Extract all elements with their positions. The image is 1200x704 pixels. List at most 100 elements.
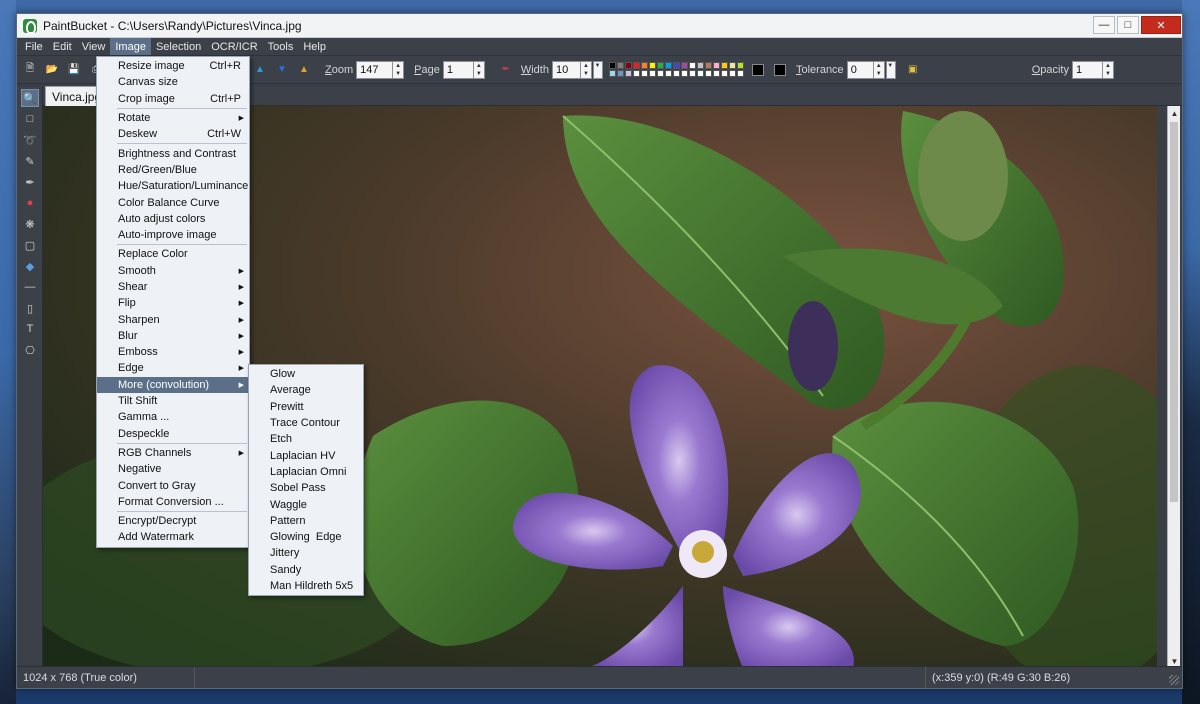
image-menu-item[interactable]: Negative	[97, 461, 249, 477]
lasso-icon[interactable]: ➰	[21, 131, 39, 149]
palette-swatch[interactable]	[680, 70, 688, 77]
menu-tools[interactable]: Tools	[263, 38, 299, 55]
palette-swatch[interactable]	[640, 62, 648, 69]
image-menu-item[interactable]: RGB Channels ▶	[97, 445, 249, 461]
image-menu-item[interactable]: Encrypt/Decrypt	[97, 513, 249, 529]
palette-swatch[interactable]	[720, 62, 728, 69]
image-menu-item[interactable]: Auto adjust colors	[97, 211, 249, 227]
eyedropper-icon[interactable]: ✒	[21, 173, 39, 191]
tolerance-spin-arrows[interactable]: ▲ ▼	[872, 61, 884, 78]
brush-icon[interactable]: ●	[21, 194, 39, 212]
opacity-spin-arrows[interactable]: ▲ ▼	[1102, 61, 1113, 78]
color-wheel-icon[interactable]: ▲	[297, 63, 311, 77]
save-icon[interactable]: 💾	[67, 63, 81, 77]
foreground-color-swatch[interactable]	[751, 63, 764, 76]
maximize-button[interactable]: □	[1117, 16, 1139, 34]
palette-swatch[interactable]	[656, 70, 664, 77]
zoom-tool-icon[interactable]: 🔍	[21, 89, 39, 107]
eraser-icon[interactable]: ▯	[21, 299, 39, 317]
palette-swatch[interactable]	[608, 70, 616, 77]
image-menu-item[interactable]: Smooth ▶	[97, 263, 249, 279]
palette-swatch[interactable]	[712, 62, 720, 69]
image-menu-item[interactable]: Sharpen ▶	[97, 311, 249, 327]
flip-horizontal-icon[interactable]: ▲	[253, 63, 267, 77]
palette-swatch[interactable]	[624, 70, 632, 77]
image-menu-item[interactable]: Format Conversion ...	[97, 494, 249, 510]
image-menu-item[interactable]: Color Balance Curve	[97, 194, 249, 210]
palette-swatch[interactable]	[720, 70, 728, 77]
convolution-menu-item[interactable]: Sobel Pass	[249, 480, 363, 496]
menu-file[interactable]: File	[20, 38, 48, 55]
width-spin-arrows[interactable]: ▲ ▼	[579, 61, 591, 78]
palette-swatch[interactable]	[672, 70, 680, 77]
tolerance-stepper[interactable]: 0 ▲ ▼	[846, 60, 885, 79]
page-spin-arrows[interactable]: ▲ ▼	[472, 61, 484, 78]
image-menu-item[interactable]: Gamma ...	[97, 409, 249, 425]
palette-swatch[interactable]	[672, 62, 680, 69]
image-menu-item[interactable]: Flip ▶	[97, 295, 249, 311]
palette-swatch[interactable]	[632, 62, 640, 69]
stamp-icon[interactable]: ⎔	[21, 341, 39, 359]
menu-edit[interactable]: Edit	[48, 38, 77, 55]
image-icon[interactable]: ▣	[906, 63, 920, 77]
image-menu-item[interactable]: Crop image Ctrl+P	[97, 91, 249, 107]
resize-grip-icon[interactable]	[1169, 675, 1179, 685]
scroll-thumb[interactable]	[1170, 122, 1178, 502]
image-menu-item[interactable]: Brightness and Contrast	[97, 145, 249, 161]
rectangle-select-icon[interactable]: □	[21, 110, 39, 128]
clone-icon[interactable]: ▢	[21, 236, 39, 254]
background-color-swatch[interactable]	[773, 63, 786, 76]
width-dropdown-button[interactable]: ▼	[592, 60, 603, 79]
open-folder-icon[interactable]: 📂	[45, 63, 59, 77]
palette-swatch[interactable]	[664, 62, 672, 69]
page-stepper[interactable]: 1 ▲ ▼	[442, 60, 485, 79]
minimize-button[interactable]: —	[1093, 16, 1115, 34]
close-button[interactable]: ✕	[1141, 16, 1181, 34]
palette-swatch[interactable]	[736, 70, 744, 77]
title-bar[interactable]: PaintBucket - C:\Users\Randy\Pictures\Vi…	[17, 14, 1182, 38]
palette-swatch[interactable]	[640, 70, 648, 77]
menu-image[interactable]: Image	[110, 38, 151, 55]
palette-swatch[interactable]	[688, 70, 696, 77]
convolution-menu-item[interactable]: Laplacian Omni	[249, 464, 363, 480]
image-menu-item[interactable]: Hue/Saturation/Luminance	[97, 178, 249, 194]
image-menu-item[interactable]: Red/Green/Blue	[97, 162, 249, 178]
convolution-menu-item[interactable]: Average	[249, 382, 363, 398]
new-file-icon[interactable]: 🗎	[23, 63, 37, 77]
convolution-menu-item[interactable]: Man Hildreth 5x5	[249, 578, 363, 594]
image-menu-item[interactable]: Edge ▶	[97, 360, 249, 376]
image-menu-item[interactable]: Replace Color	[97, 246, 249, 262]
palette-swatch[interactable]	[648, 62, 656, 69]
palette-swatch[interactable]	[680, 62, 688, 69]
palette-swatch[interactable]	[624, 62, 632, 69]
convolution-menu-item[interactable]: Glowing Edge	[249, 529, 363, 545]
fill-bucket-icon[interactable]: ◆	[21, 257, 39, 275]
palette-swatch[interactable]	[728, 70, 736, 77]
zoom-stepper[interactable]: 147 ▲ ▼	[356, 60, 405, 79]
palette-swatch[interactable]	[704, 70, 712, 77]
convolution-menu-item[interactable]: Pattern	[249, 513, 363, 529]
palette-swatch[interactable]	[704, 62, 712, 69]
scroll-up-icon[interactable]: ▲	[1168, 106, 1181, 120]
image-menu-item[interactable]: More (convolution) ▶	[97, 376, 249, 393]
convolution-menu-item[interactable]: Trace Contour	[249, 415, 363, 431]
image-menu-item[interactable]: Shear ▶	[97, 279, 249, 295]
width-stepper[interactable]: 10 ▲ ▼	[551, 60, 592, 79]
image-menu-item[interactable]: Deskew Ctrl+W	[97, 126, 249, 142]
convolution-menu-item[interactable]: Jittery	[249, 545, 363, 561]
palette-swatch[interactable]	[712, 70, 720, 77]
opacity-stepper[interactable]: 1 ▲ ▼	[1072, 60, 1114, 79]
flip-vertical-icon[interactable]: ▼	[275, 63, 289, 77]
palette-swatch[interactable]	[728, 62, 736, 69]
convolution-menu-item[interactable]: Etch	[249, 431, 363, 447]
image-menu-item[interactable]: Canvas size	[97, 74, 249, 90]
image-menu-item[interactable]: Despeckle	[97, 426, 249, 442]
zoom-spin-arrows[interactable]: ▲ ▼	[392, 61, 403, 78]
image-menu-item[interactable]: Convert to Gray	[97, 477, 249, 493]
spray-icon[interactable]: ❋	[21, 215, 39, 233]
tolerance-dropdown-button[interactable]: ▼	[885, 60, 896, 79]
palette-swatch[interactable]	[608, 62, 616, 69]
vertical-scrollbar[interactable]: ▲ ▼	[1167, 106, 1180, 668]
palette-swatch[interactable]	[656, 62, 664, 69]
palette-swatch[interactable]	[696, 70, 704, 77]
